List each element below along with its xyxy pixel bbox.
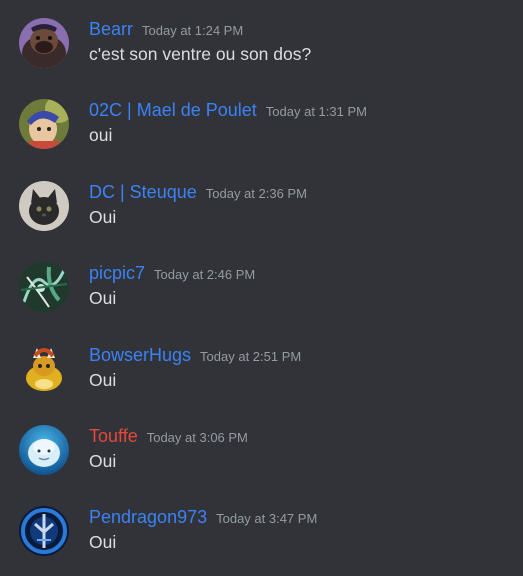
message-content: Oui [89,288,117,308]
bowser-avatar-icon[interactable] [19,344,69,394]
message-content: Oui [89,370,117,390]
message-content: oui [89,125,113,145]
message-author[interactable]: Pendragon973 [89,507,207,527]
chat-message-list: Bearr Today at 1:24 PM c'est son ventre o… [0,0,523,576]
message-timestamp: Today at 2:36 PM [205,186,307,201]
chat-message: Touffe Today at 3:06 PM Oui [0,425,523,495]
message-header: BowserHugs Today at 2:51 PM [89,344,301,368]
message-header: Pendragon973 Today at 3:47 PM [89,506,317,530]
message-timestamp: Today at 1:31 PM [265,104,367,119]
message-timestamp: Today at 1:24 PM [142,23,244,38]
message-header: Bearr Today at 1:24 PM [89,18,243,42]
message-author[interactable]: Bearr [89,19,133,39]
message-timestamp: Today at 3:47 PM [216,511,318,526]
chat-message: picpic7 Today at 2:46 PM Oui [0,262,523,332]
message-header: picpic7 Today at 2:46 PM [89,262,255,286]
chat-message: BowserHugs Today at 2:51 PM Oui [0,344,523,414]
cartoon-character-avatar-icon[interactable] [19,99,69,149]
chat-message: DC | Steuque Today at 2:36 PM Oui [0,181,523,251]
chat-message: Pendragon973 Today at 3:47 PM Oui [0,506,523,576]
message-content: c'est son ventre ou son dos? [89,44,312,64]
chat-message: Bearr Today at 1:24 PM c'est son ventre o… [0,18,523,88]
message-author[interactable]: BowserHugs [89,345,191,365]
beluga-whale-avatar-icon[interactable] [19,425,69,475]
dragon-art-avatar-icon[interactable] [19,262,69,312]
message-timestamp: Today at 2:46 PM [154,267,256,282]
blue-emblem-avatar-icon[interactable] [19,506,69,556]
message-content: Oui [89,532,117,552]
black-cat-avatar-icon[interactable] [19,181,69,231]
message-timestamp: Today at 2:51 PM [200,349,302,364]
message-header: DC | Steuque Today at 2:36 PM [89,181,307,205]
message-content: Oui [89,451,117,471]
message-header: Touffe Today at 3:06 PM [89,425,248,449]
message-timestamp: Today at 3:06 PM [146,430,248,445]
message-author[interactable]: picpic7 [89,263,145,283]
message-header: 02C | Mael de Poulet Today at 1:31 PM [89,99,367,123]
message-author[interactable]: Touffe [89,426,138,446]
message-author[interactable]: 02C | Mael de Poulet [89,100,257,120]
message-content: Oui [89,207,117,227]
bear-avatar-icon[interactable] [19,18,69,68]
message-author[interactable]: DC | Steuque [89,182,197,202]
chat-message: 02C | Mael de Poulet Today at 1:31 PM oui [0,99,523,169]
